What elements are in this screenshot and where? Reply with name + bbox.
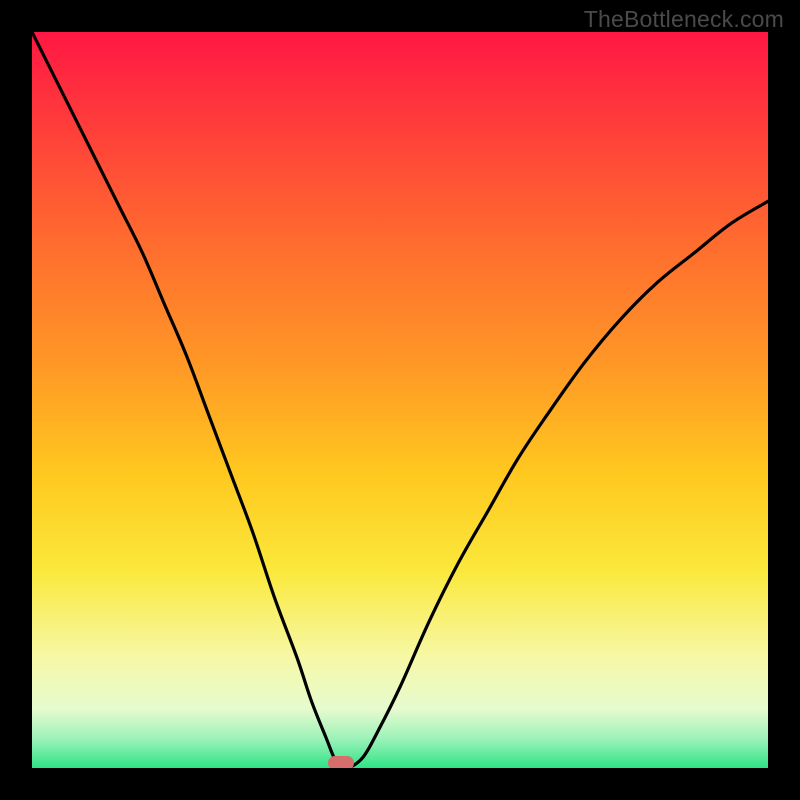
watermark-text: TheBottleneck.com — [584, 6, 784, 33]
bottleneck-marker — [328, 756, 354, 768]
bottleneck-curve — [32, 32, 768, 768]
curve-layer — [32, 32, 768, 768]
chart-frame: TheBottleneck.com — [0, 0, 800, 800]
plot-area — [32, 32, 768, 768]
